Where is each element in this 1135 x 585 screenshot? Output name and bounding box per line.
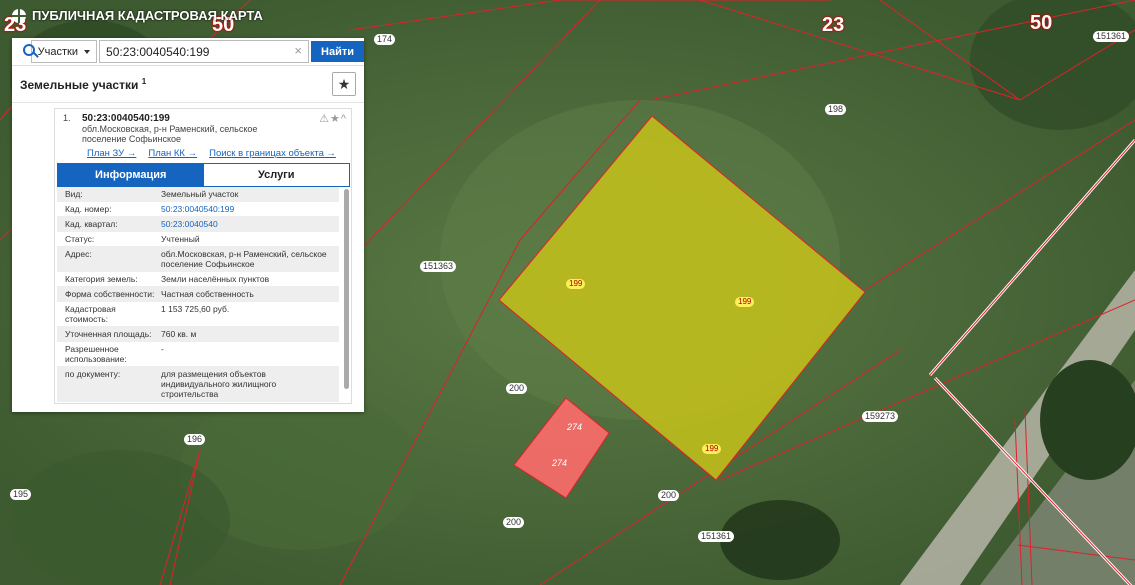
neighbor-parcel-label[interactable]: 274: [567, 422, 582, 432]
parcel-label[interactable]: 195: [10, 489, 32, 500]
search-bar: Участки 50:23:0040540:199 × Найти: [12, 38, 364, 66]
selected-parcel-label[interactable]: 199: [702, 444, 722, 454]
property-key: Адрес:: [65, 249, 92, 259]
property-row: Форма собственности: Частная собственност…: [57, 287, 339, 302]
card-address: обл.Московская, р-н Раменский, сельское …: [82, 124, 258, 144]
properties-table: Вид: Земельный участок Кад. номер: 50:23:00…: [57, 187, 339, 402]
results-count: 1: [141, 76, 147, 86]
collapse-chevron-icon[interactable]: ^: [341, 113, 347, 125]
caret-down-icon: [84, 49, 91, 54]
clear-icon[interactable]: ×: [294, 43, 302, 58]
property-value: для размещения объектов индивидуального …: [161, 369, 277, 399]
logo-icon: [12, 8, 26, 23]
plan-zu-link[interactable]: План ЗУ →: [87, 148, 136, 159]
property-row: по документу: для размещения объектов инд…: [57, 367, 339, 402]
plan-kk-link[interactable]: План КК →: [148, 148, 197, 159]
parcel-card[interactable]: 1. 50:23:0040540:199 обл.Московская, р-н…: [54, 108, 352, 404]
object-type-select[interactable]: Участки: [30, 40, 98, 63]
property-value[interactable]: 50:23:0040540: [161, 219, 331, 229]
region-label: 50: [1030, 12, 1053, 34]
app-title: ПУБЛИЧНАЯ КАДАСТРОВАЯ КАРТА: [12, 8, 263, 23]
region-label: 23: [822, 14, 845, 36]
tab-services[interactable]: Услуги: [203, 164, 349, 186]
property-key: Кадастровая стоимость:: [65, 304, 116, 324]
property-key: Разрешенное использование:: [65, 344, 127, 364]
property-key: Форма собственности:: [65, 289, 155, 299]
property-row: Кадастровая стоимость: 1 153 725,60 руб.: [57, 302, 339, 327]
star-icon[interactable]: ★: [330, 113, 341, 125]
property-key: Статус:: [65, 234, 95, 244]
scroll-thumb[interactable]: [344, 189, 349, 389]
parcel-label[interactable]: 159273: [862, 411, 899, 422]
search-panel: Участки 50:23:0040540:199 × Найти Земель…: [12, 38, 364, 412]
app-title-text: ПУБЛИЧНАЯ КАДАСТРОВАЯ КАРТА: [32, 8, 263, 23]
search-bounds-link[interactable]: Поиск в границах объекта →: [209, 148, 336, 159]
favorites-star-icon[interactable]: ★: [332, 72, 356, 96]
parcel-label[interactable]: 151361: [1093, 31, 1130, 42]
property-row: Статус: Учтенный: [57, 232, 339, 247]
property-key: Кад. квартал:: [65, 219, 118, 229]
card-number[interactable]: 50:23:0040540:199: [82, 113, 282, 124]
property-value: -: [161, 344, 164, 354]
results-title: Земельные участки 1: [20, 76, 147, 92]
property-row: Адрес: обл.Московская, р-н Раменский, сел…: [57, 247, 339, 272]
property-row: Категория земель: Земли населённых пункто…: [57, 272, 339, 287]
neighbor-parcel-label[interactable]: 274: [552, 458, 567, 468]
parcel-label[interactable]: 200: [503, 517, 525, 528]
parcel-label[interactable]: 200: [658, 490, 680, 501]
parcel-label[interactable]: 200: [506, 383, 528, 394]
property-row: Кад. квартал: 50:23:0040540: [57, 217, 339, 232]
parcel-label[interactable]: 198: [825, 104, 847, 115]
property-value[interactable]: 50:23:0040540:199: [161, 204, 331, 214]
property-key: Вид:: [65, 189, 83, 199]
property-key: Категория земель:: [65, 274, 138, 284]
parcel-label[interactable]: 196: [184, 434, 206, 445]
property-row: Вид: Земельный участок: [57, 187, 339, 202]
property-value: 1 153 725,60 руб.: [161, 304, 230, 314]
parcel-label[interactable]: 151361: [698, 531, 735, 542]
property-row: Уточненная площадь: 760 кв. м: [57, 327, 339, 342]
search-query: 50:23:0040540:199: [106, 44, 210, 59]
selected-parcel-label[interactable]: 199: [566, 279, 586, 289]
results-header: Земельные участки 1 ★: [12, 66, 364, 103]
card-index: 1.: [63, 113, 71, 123]
property-value: Земли населённых пунктов: [161, 274, 270, 284]
property-key: Уточненная площадь:: [65, 329, 152, 339]
property-value: Учтенный: [161, 234, 200, 244]
selected-parcel-label[interactable]: 199: [735, 297, 755, 307]
tab-info[interactable]: Информация: [58, 164, 204, 186]
property-value: обл.Московская, р-н Раменский, сельское …: [161, 249, 327, 269]
object-type-label: Участки: [37, 45, 79, 58]
property-value: Земельный участок: [161, 189, 239, 199]
property-key: по документу:: [65, 369, 121, 379]
card-actions: ⚠★^: [319, 112, 347, 125]
card-tabs: Информация Услуги: [57, 163, 350, 187]
properties-scrollbar[interactable]: [344, 189, 349, 389]
property-row: Разрешенное использование: -: [57, 342, 339, 367]
parcel-label[interactable]: 174: [374, 34, 396, 45]
parcel-label[interactable]: 151363: [420, 261, 457, 272]
property-key: Кад. номер:: [65, 204, 112, 214]
property-value: Частная собственность: [161, 289, 254, 299]
warning-icon[interactable]: ⚠: [319, 113, 330, 125]
search-icon[interactable]: [12, 38, 35, 65]
find-button[interactable]: Найти: [311, 41, 364, 62]
card-links: План ЗУ → План КК → Поиск в границах объ…: [87, 148, 336, 159]
property-row: Кад. номер: 50:23:0040540:199: [57, 202, 339, 217]
search-input[interactable]: 50:23:0040540:199 ×: [99, 40, 310, 63]
property-value: 760 кв. м: [161, 329, 197, 339]
